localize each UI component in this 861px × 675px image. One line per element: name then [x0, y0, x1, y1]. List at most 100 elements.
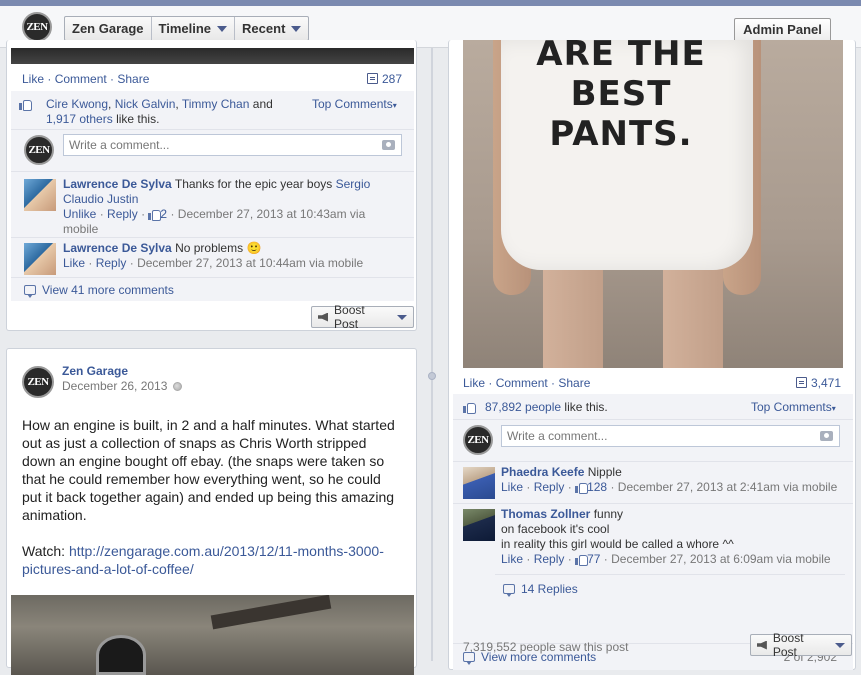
nav-recent-dropdown[interactable]: Recent — [235, 17, 308, 40]
liker-link[interactable]: Nick Galvin — [115, 97, 176, 111]
reply-link[interactable]: Reply — [534, 552, 565, 566]
likes-text: Cire Kwong, Nick Galvin, Timmy Chan and … — [46, 97, 273, 126]
comment-body: Thomas Zollner funny on facebook it's co… — [501, 507, 831, 566]
likes-summary: 87,892 people like this. Top Comments▾ — [453, 394, 853, 419]
unlike-link[interactable]: Unlike — [63, 207, 96, 221]
commenter-avatar: ZEN — [463, 425, 493, 455]
share-count-value: 3,471 — [810, 376, 841, 390]
shares-icon — [366, 73, 378, 84]
logo-text: ZEN — [28, 144, 50, 156]
logo-text: ZEN — [27, 376, 49, 388]
comment-timestamp[interactable]: December 27, 2013 at 2:41am via mobile — [618, 480, 837, 494]
camera-icon[interactable] — [382, 140, 395, 150]
likes-suffix: like this. — [564, 400, 608, 414]
reply-link[interactable]: Reply — [107, 207, 138, 221]
left-post-card-1: Like · Comment · Share 287 Cire Kwong, N… — [6, 40, 417, 331]
engine-part — [210, 595, 332, 630]
camera-icon[interactable] — [820, 431, 833, 441]
comment-text: in reality this girl would be called a w… — [501, 537, 734, 551]
leg-shape — [663, 265, 723, 368]
comment-like-count[interactable]: 128 — [587, 480, 607, 494]
like-link[interactable]: Like — [501, 480, 523, 494]
share-count[interactable]: 3,471 — [795, 376, 841, 390]
thumbs-up-icon — [463, 401, 476, 414]
top-comments-dropdown[interactable]: Top Comments▾ — [312, 97, 397, 113]
nav-recent-label: Recent — [242, 21, 286, 36]
left-post-card-2: ZEN Zen Garage December 26, 2013 How an … — [6, 348, 417, 675]
comment-link[interactable]: Comment — [55, 72, 107, 86]
post-text: How an engine is built, in 2 and a half … — [22, 417, 395, 523]
post-actions: Like · Comment · Share — [22, 72, 150, 86]
comment-link[interactable]: Comment — [496, 376, 548, 390]
top-comments-label: Top Comments — [312, 97, 393, 111]
right-post-card: ARE THE BEST PANTS. Like · Comment · Sha… — [448, 40, 856, 670]
shirt-line: ARE THE — [536, 40, 706, 74]
liker-link[interactable]: Cire Kwong — [46, 97, 108, 111]
comment-author-link[interactable]: Lawrence De Sylva — [63, 177, 172, 191]
view-more-comments-link[interactable]: View 41 more comments — [24, 283, 174, 298]
tagged-user-link[interactable]: Claudio Justin — [63, 192, 138, 206]
tshirt-photo[interactable]: ARE THE BEST PANTS. — [463, 40, 843, 368]
admin-panel-button[interactable]: Admin Panel — [734, 18, 831, 42]
comment-text: Nipple — [587, 465, 622, 479]
avatar[interactable] — [463, 509, 495, 541]
like-link[interactable]: Like — [22, 72, 44, 86]
zen-garage-logo[interactable]: ZEN — [22, 12, 52, 42]
comment-item: Lawrence De Sylva No problems 🙂 Like · R… — [11, 237, 414, 277]
replies-row: 14 Replies — [495, 574, 845, 602]
boost-label: Boost Post — [334, 303, 365, 331]
avatar[interactable] — [24, 179, 56, 211]
avatar[interactable] — [463, 467, 495, 499]
likes-count-link[interactable]: 87,892 people — [485, 400, 561, 414]
comment-author-link[interactable]: Lawrence De Sylva — [63, 241, 172, 255]
comment-author-link[interactable]: Thomas Zollner — [501, 507, 590, 521]
engine-photo[interactable] — [11, 595, 414, 675]
avatar[interactable] — [24, 243, 56, 275]
comment-input[interactable]: Write a comment... — [63, 134, 402, 156]
thumbs-up-icon — [575, 481, 589, 494]
top-comments-dropdown[interactable]: Top Comments▾ — [751, 400, 836, 416]
reply-link[interactable]: Reply — [534, 480, 565, 494]
watch-link[interactable]: http://zengarage.com.au/2013/12/11-month… — [22, 543, 384, 577]
shirt-line: PANTS. — [549, 114, 693, 154]
boost-post-button[interactable]: Boost Post — [750, 631, 852, 659]
write-comment-row: ZEN Write a comment... — [11, 129, 414, 171]
comment-input[interactable]: Write a comment... — [501, 425, 840, 447]
logo-text: ZEN — [467, 434, 489, 446]
like-link[interactable]: Like — [501, 552, 523, 566]
nav-page-name[interactable]: Zen Garage — [65, 17, 152, 40]
boost-post-button[interactable]: Boost Post — [311, 303, 414, 331]
comment-text: on facebook it's cool — [501, 522, 610, 536]
thumbs-up-icon — [148, 208, 162, 221]
comment-timestamp[interactable]: December 27, 2013 at 10:43am via — [178, 207, 365, 221]
comment-item: Lawrence De Sylva Thanks for the epic ye… — [11, 171, 414, 237]
chevron-down-icon — [835, 642, 845, 648]
share-link[interactable]: Share — [558, 376, 590, 390]
watch-label: Watch: — [22, 543, 66, 559]
post-photo[interactable] — [11, 48, 414, 64]
comment-timestamp[interactable]: December 27, 2013 at 10:44am via mobile — [137, 256, 363, 270]
comment-author-link[interactable]: Phaedra Keefe — [501, 465, 584, 479]
post-reach[interactable]: 7,319,552 people saw this post — [463, 640, 628, 655]
tagged-user-link[interactable]: Sergio — [336, 177, 371, 191]
engine-part — [96, 635, 146, 675]
view-replies-link[interactable]: 14 Replies — [503, 582, 578, 597]
like-link[interactable]: Like — [463, 376, 485, 390]
likes-others-link[interactable]: 1,917 others — [46, 112, 113, 126]
liker-link[interactable]: Timmy Chan — [182, 97, 250, 111]
post-header: Zen Garage December 26, 2013 — [62, 364, 183, 394]
nav-timeline-label: Timeline — [158, 21, 212, 36]
share-count[interactable]: 287 — [366, 72, 402, 86]
post-date-link[interactable]: December 26, 2013 — [62, 379, 167, 393]
share-link[interactable]: Share — [117, 72, 149, 86]
comment-like-count[interactable]: 2 — [160, 207, 167, 221]
comment-like-count[interactable]: 77 — [587, 552, 600, 566]
page-name-link[interactable]: Zen Garage — [62, 364, 128, 378]
like-link[interactable]: Like — [63, 256, 85, 270]
page-avatar[interactable]: ZEN — [22, 366, 54, 398]
comment-timestamp[interactable]: December 27, 2013 at 6:09am via mobile — [611, 552, 830, 566]
reply-link[interactable]: Reply — [96, 256, 127, 270]
commenter-avatar: ZEN — [24, 135, 54, 165]
comment-text: Thanks for the epic year boys — [174, 177, 333, 191]
nav-timeline-dropdown[interactable]: Timeline — [152, 17, 236, 40]
